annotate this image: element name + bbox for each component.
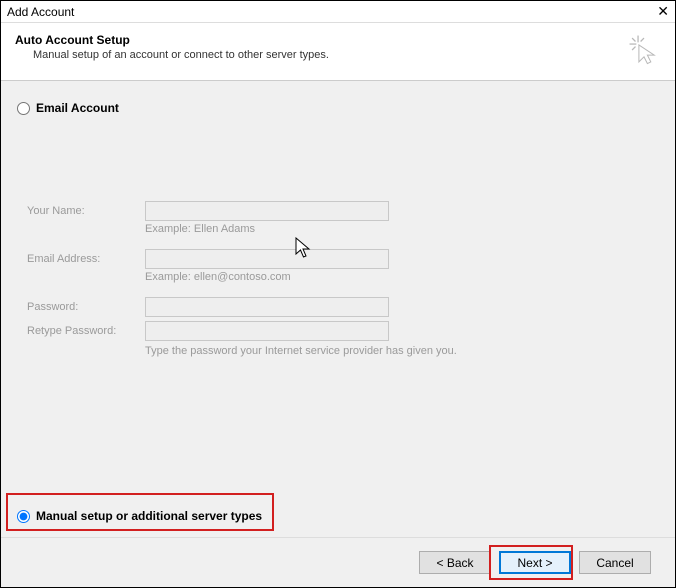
password-label: Password: [27, 301, 145, 313]
your-name-label: Your Name: [27, 205, 145, 217]
retype-password-label: Retype Password: [27, 325, 145, 337]
window-title: Add Account [7, 5, 74, 19]
wizard-footer: < Back Next > Cancel [1, 537, 675, 587]
email-address-label: Email Address: [27, 253, 145, 265]
email-account-option[interactable]: Email Account [17, 101, 659, 115]
email-account-label: Email Account [36, 101, 119, 115]
retype-password-field [145, 321, 389, 341]
manual-setup-radio[interactable] [17, 510, 30, 523]
header-title: Auto Account Setup [15, 33, 661, 47]
wizard-header: Auto Account Setup Manual setup of an ac… [1, 23, 675, 81]
header-subtitle: Manual setup of an account or connect to… [33, 49, 661, 61]
manual-setup-option[interactable]: Manual setup or additional server types [17, 509, 262, 523]
manual-setup-label: Manual setup or additional server types [36, 509, 262, 523]
cursor-sparkle-icon [627, 33, 661, 67]
email-account-radio[interactable] [17, 102, 30, 115]
email-address-hint: Example: ellen@contoso.com [145, 271, 659, 283]
titlebar: Add Account ✕ [1, 1, 675, 23]
add-account-dialog: Add Account ✕ Auto Account Setup Manual … [0, 0, 676, 588]
your-name-field [145, 201, 389, 221]
email-address-field [145, 249, 389, 269]
wizard-body: Email Account Your Name: Example: Ellen … [1, 81, 675, 537]
password-field [145, 297, 389, 317]
cancel-button[interactable]: Cancel [579, 551, 651, 574]
account-form: Your Name: Example: Ellen Adams Email Ad… [27, 201, 659, 357]
back-button[interactable]: < Back [419, 551, 491, 574]
password-hint: Type the password your Internet service … [145, 345, 659, 357]
your-name-hint: Example: Ellen Adams [145, 223, 659, 235]
close-icon[interactable]: ✕ [657, 3, 669, 20]
next-button[interactable]: Next > [499, 551, 571, 574]
